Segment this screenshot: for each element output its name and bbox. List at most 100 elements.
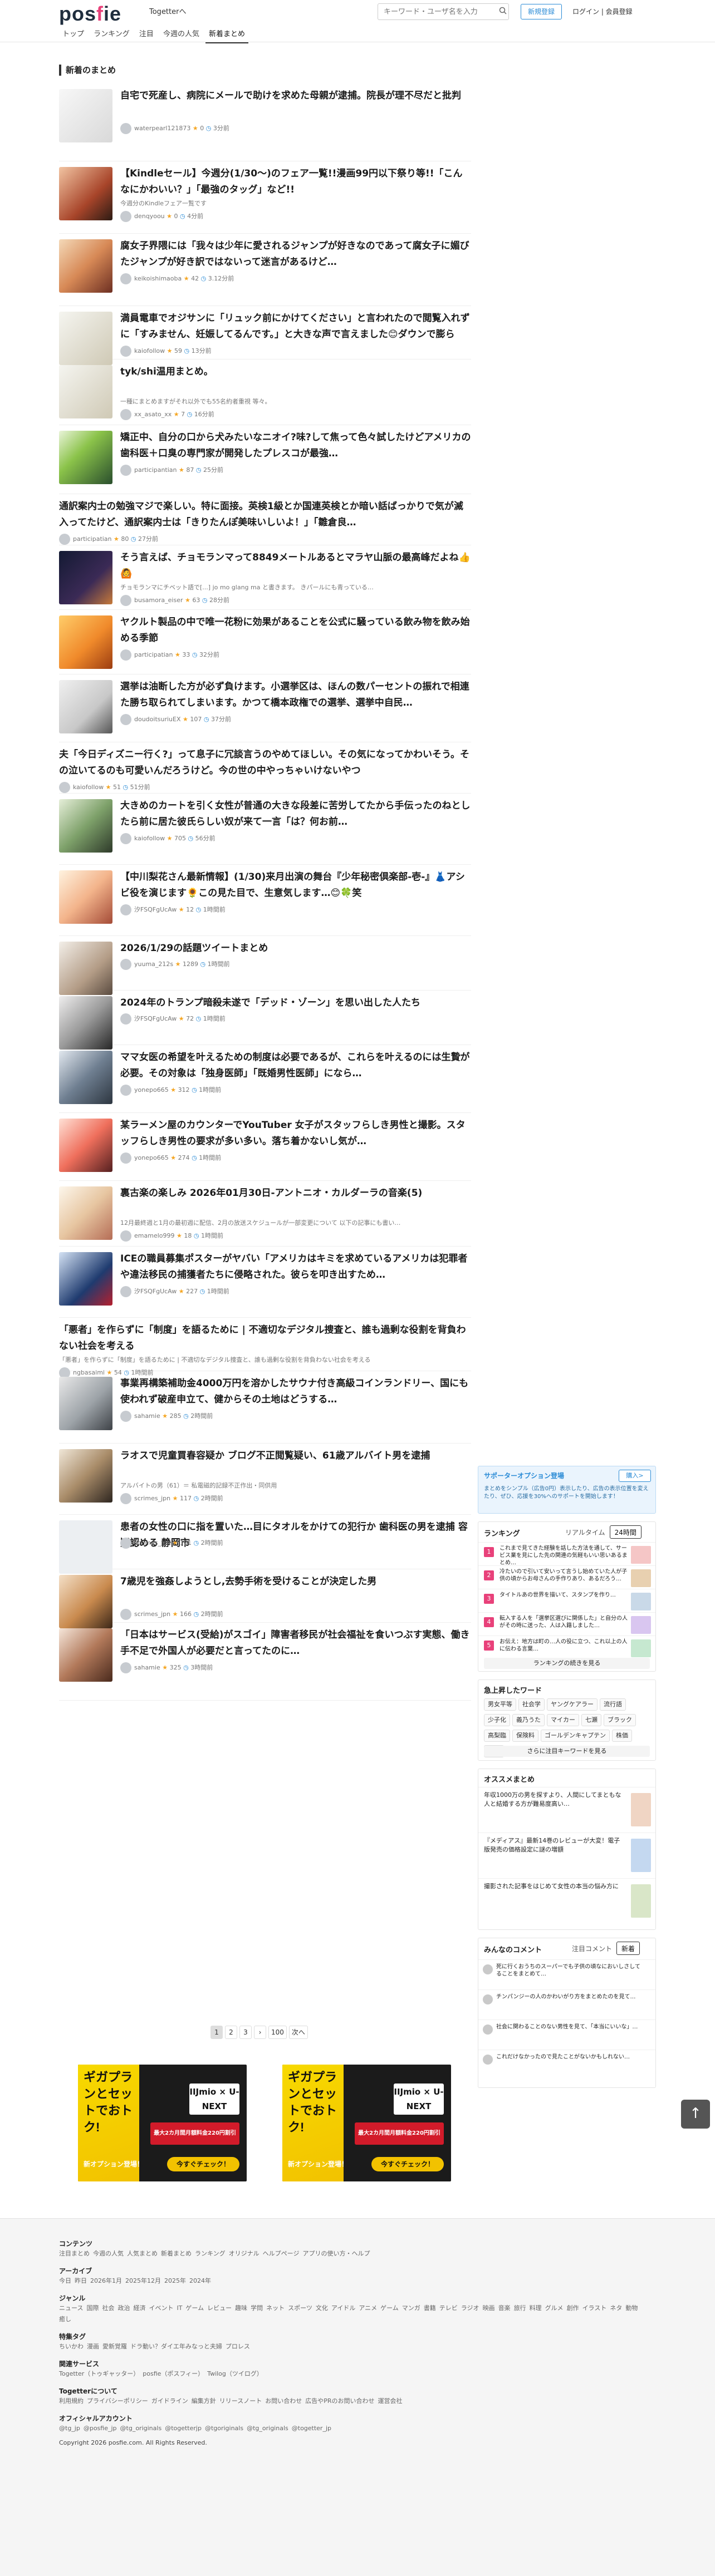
footer-link[interactable]: @tgoriginals	[205, 2425, 243, 2432]
article-title[interactable]: 【Kindleセール】今週分(1/30〜)のフェア一覧!!漫画99円以下祭り等!…	[120, 166, 471, 198]
footer-link[interactable]: @tg_originals	[120, 2425, 162, 2432]
keyword-chip[interactable]: 男女平等	[484, 1698, 516, 1711]
footer-link[interactable]: イラスト	[582, 2304, 607, 2312]
article-item[interactable]: 矯正中、自分の口から犬みたいなニオイ?味?して焦って色々試したけどアメリカの歯科…	[59, 425, 471, 494]
author-name[interactable]: kaiofollow	[134, 835, 165, 842]
page-3[interactable]: 3	[239, 2026, 252, 2039]
article-thumbnail[interactable]	[59, 1252, 112, 1306]
recommend-item[interactable]: 『メディアス』最新14巻のレビューが大変！電子版発売の価格設定に謎の増額	[478, 1833, 655, 1878]
author-name[interactable]: scrimes_jpn	[134, 1610, 170, 1618]
article-item[interactable]: 事業再構築補助金4000万円を溶かしたサウナ付き高級コインランドリー、国にも使わ…	[59, 1371, 471, 1444]
footer-link[interactable]: 文化	[316, 2304, 328, 2312]
article-thumbnail[interactable]	[59, 1520, 112, 1574]
article-title[interactable]: 某ラーメン屋のカウンターでYouTuber 女子がスタッフらしき男性と撮影。スタ…	[120, 1117, 471, 1150]
avatar[interactable]	[120, 1230, 131, 1242]
author-name[interactable]: kaiofollow	[73, 784, 104, 791]
footer-link[interactable]: テレビ	[439, 2304, 458, 2312]
article-item[interactable]: 大きめのカートを引く女性が普通の大きな段差に苦労してたから手伝ったのねとしたら前…	[59, 794, 471, 865]
recommend-title[interactable]: 撮影された記事をはじめて女性の本当の悩み方に	[484, 1882, 623, 1921]
footer-link[interactable]: 広告やPRのお問い合わせ	[305, 2397, 374, 2405]
footer-link[interactable]: 運営会社	[378, 2397, 403, 2405]
avatar[interactable]	[59, 534, 70, 545]
footer-link[interactable]: 2025年12月	[125, 2277, 161, 2284]
footer-link[interactable]: 動物	[625, 2304, 638, 2312]
footer-link[interactable]: posfie（ポスフィー）	[143, 2370, 204, 2377]
footer-link[interactable]: 趣味	[235, 2304, 247, 2312]
footer-link[interactable]: @togetterjp	[165, 2425, 202, 2432]
article-thumbnail[interactable]	[59, 1449, 112, 1503]
article-title[interactable]: そう言えば、チョモランマって8849メートルあるとマラヤ山脈の最高峰だよね👍🙆	[120, 550, 471, 582]
article-title[interactable]: ラオスで児童買春容疑か ブログ不正閲覧疑い、61歳アルバイト男を逮捕	[120, 1448, 471, 1464]
footer-link[interactable]: ラジオ	[461, 2304, 479, 2312]
ranking-thumbnail[interactable]	[631, 1616, 651, 1634]
author-name[interactable]: kaiofollow	[134, 347, 165, 354]
article-item[interactable]: ヤクルト製品の中で唯一花粉に効果があることを公式に騒っている飲み物を飲み始める季…	[59, 610, 471, 674]
avatar[interactable]	[120, 1662, 131, 1673]
avatar[interactable]	[120, 1538, 131, 1549]
ranking-item[interactable]: 5 お伝え：地方は町の…人の役に立つ、これ以上の人に伝わる言葉…	[478, 1636, 655, 1659]
footer-link[interactable]: 国際	[86, 2304, 99, 2312]
footer-link[interactable]: 利用規約	[59, 2397, 84, 2405]
article-thumbnail[interactable]	[59, 1119, 112, 1172]
article-item[interactable]: 裏古楽の楽しみ 2026年01月30日-アントニオ・カルダーラの音楽(5) 12月…	[59, 1181, 471, 1247]
article-title[interactable]: 夫「今日ディズニー行く?」って息子に冗談言うのやめてほしい。その気になってかわい…	[59, 747, 471, 779]
avatar[interactable]	[120, 1609, 131, 1620]
ad-banner-left[interactable]: ギガプランとセットでおトク! IIJmio × U-NEXT 最大2カ月間月額料…	[78, 2065, 247, 2181]
footer-link[interactable]: Twilog（ツイログ）	[207, 2370, 263, 2377]
footer-link[interactable]: イベント	[149, 2304, 173, 2312]
footer-link[interactable]: 創作	[567, 2304, 579, 2312]
recommend-thumbnail[interactable]	[631, 1839, 651, 1872]
article-item[interactable]: 2026/1/29の話題ツイートまとめ yuuma_212s ★ 1289 ◷ 1…	[59, 936, 471, 995]
footer-link[interactable]: 映画	[483, 2304, 495, 2312]
footer-link[interactable]: Togetter（トゥギャッター）	[59, 2370, 139, 2377]
footer-link[interactable]: 愛新覚羅	[102, 2343, 127, 2350]
avatar[interactable]	[120, 409, 131, 420]
avatar[interactable]	[120, 595, 131, 606]
author-name[interactable]: xx_asato_xx	[134, 411, 172, 418]
footer-link[interactable]: 経済	[133, 2304, 145, 2312]
author-name[interactable]: 汐FSQFgUcAw	[134, 1015, 177, 1022]
author-name[interactable]: keikoishimaoba	[134, 275, 182, 282]
footer-link[interactable]: @togetter_jp	[292, 2425, 331, 2432]
avatar[interactable]	[120, 1286, 131, 1297]
footer-link[interactable]: ドラ動い？ダイエ年みなっと夫婦	[130, 2343, 222, 2350]
footer-link[interactable]: グルメ	[545, 2304, 564, 2312]
togetter-link[interactable]: Togetterへ	[149, 6, 186, 16]
avatar[interactable]	[120, 1411, 131, 1422]
article-title[interactable]: 「悪者」を作らずに「制度」を語るために | 不適切なデジタル捜査と、誰も過剰な役…	[59, 1322, 471, 1355]
article-thumbnail[interactable]	[59, 942, 112, 995]
author-name[interactable]: sahamie	[134, 1664, 160, 1671]
avatar[interactable]	[120, 465, 131, 476]
author-name[interactable]: denqyoou	[134, 213, 165, 220]
keyword-chip[interactable]: ゴールデンキャプテン	[541, 1730, 610, 1742]
page-last[interactable]: 100	[268, 2026, 287, 2039]
ranking-thumbnail[interactable]	[631, 1569, 651, 1587]
author-name[interactable]: busamora_eiser	[134, 597, 183, 604]
article-item[interactable]: 「悪者」を作らずに「制度」を語るために | 不適切なデジタル捜査と、誰も過剰な役…	[59, 1318, 471, 1378]
article-item[interactable]: 2024年のトランプ暗殺未遂で「デッド・ゾーン」を思い出した人たち 汐FSQFgU…	[59, 991, 471, 1050]
comment-item[interactable]: これだけなかったので見たことがないかもしれない…	[478, 2050, 655, 2080]
article-title[interactable]: ママ女医の希望を叶えるための制度は必要であるが、これらを叶えるのには生贄が必要。…	[120, 1050, 471, 1082]
article-thumbnail[interactable]	[59, 89, 112, 142]
ranking-thumbnail[interactable]	[631, 1546, 651, 1564]
comment-text[interactable]: 死に行くおうちのスーパーでも子供の頃なにおいしさしてることをまとめて…	[496, 1963, 645, 1986]
page-2[interactable]: 2	[225, 2026, 237, 2039]
comment-text[interactable]: チンパンジーの人のかわいがり方をまとめたのを見て…	[496, 1993, 645, 2016]
keyword-chip[interactable]: マイカー	[547, 1714, 579, 1726]
recommend-title[interactable]: 『メディアス』最新14巻のレビューが大変！電子版発売の価格設定に謎の増額	[484, 1836, 623, 1875]
footer-link[interactable]: ニュース	[59, 2304, 83, 2312]
article-thumbnail[interactable]	[59, 365, 112, 418]
article-item[interactable]: 7歳児を強姦しようとし,去勢手術を受けることが決定した男 scrimes_jpn …	[59, 1569, 471, 1628]
comment-text[interactable]: これだけなかったので見たことがないかもしれない…	[496, 2053, 645, 2076]
footer-link[interactable]: 2026年1月	[90, 2277, 122, 2284]
avatar[interactable]	[120, 211, 131, 222]
footer-link[interactable]: アプリの使い方・ヘルプ	[302, 2250, 370, 2257]
tab-realtime[interactable]: リアルタイム	[561, 1526, 610, 1539]
article-title[interactable]: 自宅で死産し、病院にメールで助けを求めた母親が逮捕。院長が理不尽だと批判	[120, 88, 471, 104]
site-logo[interactable]: posfie	[59, 2, 121, 26]
avatar[interactable]	[120, 273, 131, 284]
article-title[interactable]: tyk/shi温用まとめ。	[120, 364, 471, 380]
footer-link[interactable]: ちいかわ	[59, 2343, 84, 2350]
nav-ranking[interactable]: ランキング	[90, 29, 133, 43]
avatar[interactable]	[120, 1085, 131, 1096]
